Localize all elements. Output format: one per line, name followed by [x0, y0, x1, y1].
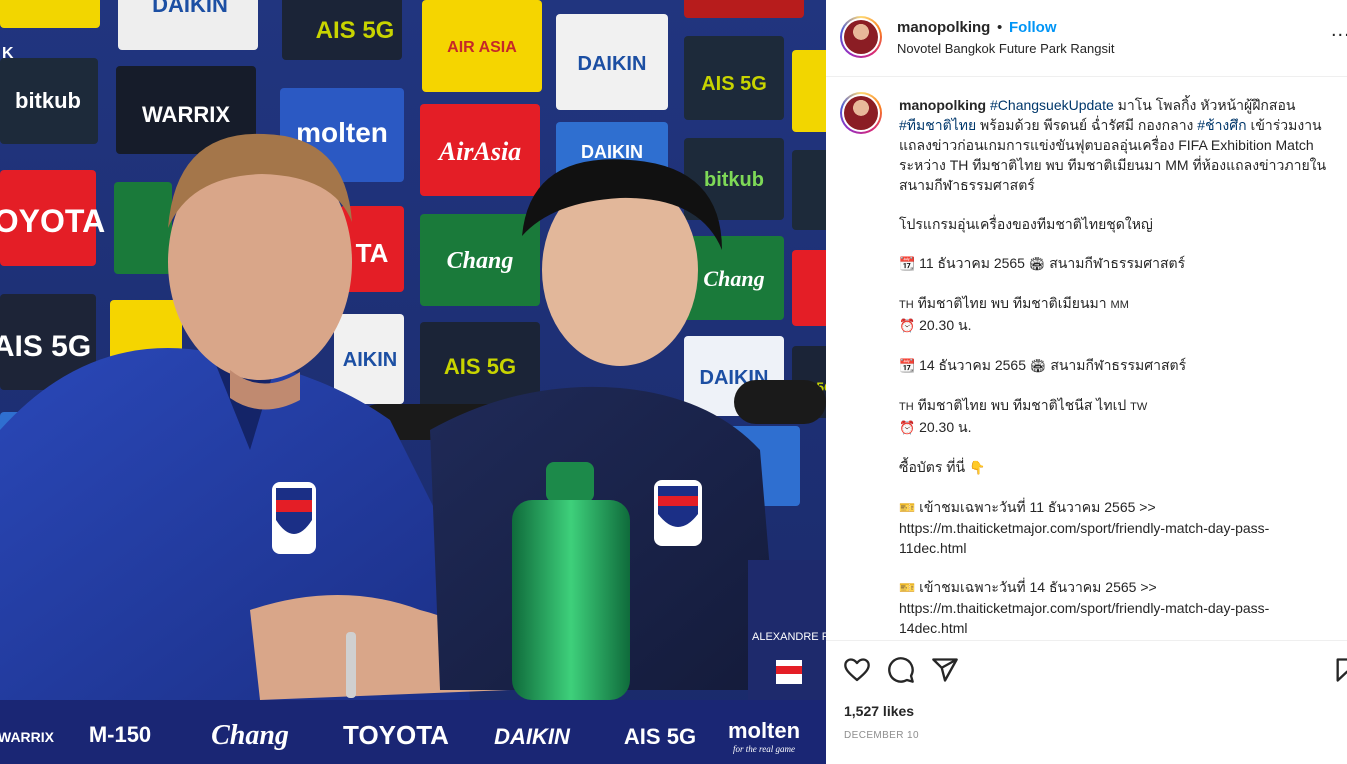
ticket-url[interactable]: https://m.thaiticketmajor.com/sport/frie… — [899, 518, 1339, 538]
caption-line: เข้าร่วมงาน — [1246, 117, 1322, 133]
caption-line: ระหว่าง TH ทีมชาติไทย พบ ทีมชาติเมียนมา … — [899, 157, 1327, 173]
sponsor-logo: Chang — [703, 266, 764, 291]
sponsor-logo: M-150 — [89, 722, 151, 747]
program-title: โปรแกรมอุ่นเครื่องของทีมชาติไทยชุดใหญ่ — [899, 216, 1153, 232]
bookmark-icon[interactable] — [1333, 656, 1347, 684]
match-venue: สนามกีฬาธรรมศาสตร์ — [1050, 357, 1187, 373]
likes-count[interactable]: 1,527 likes — [844, 703, 914, 719]
sponsor-logo: Chang — [211, 720, 289, 751]
sponsor-logo: AIKIN — [343, 349, 397, 371]
location-link[interactable]: Novotel Bangkok Future Park Rangsit — [897, 41, 1115, 56]
post-header: manopolking • Follow Novotel Bangkok Fut… — [826, 0, 1347, 77]
caption-line: สนามกีฬาธรรมศาสตร์ — [899, 177, 1035, 193]
calendar-icon: 📆 — [899, 256, 916, 271]
corner-watermark: K — [2, 45, 14, 62]
hashtag-link[interactable]: #ทีมชาติไทย — [899, 117, 976, 133]
match-date: 11 ธันวาคม 2565 — [919, 255, 1025, 271]
avatar[interactable] — [840, 16, 882, 58]
sponsor-logo: TOYOTA — [343, 720, 449, 750]
match-teams: ทีมชาติไทย พบ ทีมชาติเมียนมา — [917, 295, 1107, 311]
sponsor-logo: AIR ASIA — [447, 39, 517, 56]
ticket-icon: 🎫 — [899, 500, 916, 515]
caption-line: มาโน โพลกิ้ง หัวหน้าผู้ฝึกสอน — [1113, 97, 1296, 113]
sponsor-logo: DAIKIN — [494, 724, 571, 749]
match-teams: ทีมชาติไทย พบ ทีมชาติไชนีส ไทเป — [917, 397, 1127, 413]
ticket-url[interactable]: https://m.thaiticketmajor.com/sport/frie… — [899, 598, 1339, 618]
follow-button[interactable]: Follow — [1009, 19, 1057, 36]
sponsor-logo: bitkub — [15, 88, 81, 113]
ticket-line: เข้าชมเฉพาะวันที่ 11 ธันวาคม 2565 >> — [919, 499, 1156, 515]
sponsor-logo: TA — [356, 238, 389, 268]
ticket-icon: 🎫 — [899, 580, 916, 595]
avatar-photo — [844, 20, 878, 54]
sponsor-logo: WARRIX — [0, 729, 55, 745]
action-bar: 1,527 likes DECEMBER 10 — [826, 640, 1347, 764]
sponsor-logo: DAIKIN — [581, 142, 643, 162]
sponsor-tagline: for the real game — [733, 744, 795, 754]
nameplate: ALEXANDRE P — [748, 560, 826, 700]
ticket-line: เข้าชมเฉพาะวันที่ 14 ธันวาคม 2565 >> — [919, 579, 1157, 595]
caption-avatar[interactable] — [840, 92, 882, 134]
match-date: 14 ธันวาคม 2565 — [919, 357, 1027, 373]
post-side-panel: manopolking • Follow Novotel Bangkok Fut… — [826, 0, 1347, 764]
hashtag-link[interactable]: #ช้างศึก — [1197, 117, 1246, 133]
share-icon[interactable] — [931, 656, 959, 684]
comment-icon[interactable] — [887, 656, 915, 684]
sponsor-logo: WARRIX — [142, 102, 230, 127]
caption-scroll-area[interactable]: manopolking #ChangsuekUpdate มาโน โพลกิ้… — [826, 78, 1347, 639]
calendar-icon: 📆 — [899, 358, 916, 373]
caption-line: แถลงข่าวก่อนเกมการแข่งขันฟุตบอลอุ่นเครื่… — [899, 137, 1314, 153]
avatar-photo — [844, 96, 878, 130]
username-link[interactable]: manopolking — [897, 19, 990, 36]
instagram-post-window: DAIKIN AIS 5G AIR ASIA DAIKIN AIS 5G bit… — [0, 0, 1347, 764]
sponsor-logo: AIS 5G — [0, 330, 91, 363]
flag-label: TH — [899, 299, 914, 311]
caption-username[interactable]: manopolking — [899, 97, 986, 113]
sponsor-logo: AIS 5G — [624, 724, 696, 749]
flag-label: TH — [899, 401, 914, 413]
bottom-sponsor-bar: WARRIX M-150 Chang TOYOTA DAIKIN AIS 5G … — [0, 700, 826, 764]
match-time: 20.30 น. — [919, 317, 972, 333]
sponsor-logo: TOYOTA — [0, 203, 105, 239]
more-options-button[interactable]: ... — [1331, 20, 1347, 40]
sponsor-logo: AIS 5G — [701, 73, 767, 95]
match-time: 20.30 น. — [919, 419, 972, 435]
sponsor-logo: AIS 5G — [316, 17, 395, 44]
separator-dot: • — [997, 19, 1003, 36]
sponsor-logo: bitkub — [704, 169, 764, 191]
alarm-clock-icon: ⏰ — [899, 318, 916, 333]
ticket-url[interactable]: 11dec.html — [899, 538, 1339, 558]
sponsor-logo: Chang — [447, 248, 514, 274]
point-down-icon: 👇 — [969, 460, 986, 475]
sponsor-logo: molten — [296, 117, 388, 148]
ticket-url[interactable]: 14dec.html — [899, 618, 1339, 638]
sponsor-logo: molten — [728, 718, 800, 743]
sponsor-logo: AirAsia — [437, 137, 521, 166]
match-venue: สนามกีฬาธรรมศาสตร์ — [1049, 255, 1186, 271]
sponsor-logo: DAIKIN — [578, 53, 647, 75]
caption-text: manopolking #ChangsuekUpdate มาโน โพลกิ้… — [899, 95, 1339, 638]
stadium-icon: 🏟 — [1029, 358, 1047, 373]
tickets-line: ซื้อบัตร ที่นี่ — [899, 459, 966, 475]
sponsor-logo: DAIKIN — [152, 0, 228, 17]
sponsor-logo: AIS 5G — [444, 354, 516, 379]
post-photo[interactable]: DAIKIN AIS 5G AIR ASIA DAIKIN AIS 5G bit… — [0, 0, 826, 764]
hashtag-link[interactable]: #ChangsuekUpdate — [990, 97, 1114, 113]
heart-icon[interactable] — [843, 656, 871, 684]
post-date: DECEMBER 10 — [844, 730, 919, 741]
flag-label: MM — [1110, 299, 1129, 311]
press-conference-photo: DAIKIN AIS 5G AIR ASIA DAIKIN AIS 5G bit… — [0, 0, 826, 764]
caption-line: พร้อมด้วย พีรดนย์ ฉ่ำรัศมี กองกลาง — [976, 117, 1198, 133]
alarm-clock-icon: ⏰ — [899, 420, 916, 435]
flag-label: TW — [1130, 401, 1148, 413]
stadium-icon: 🏟 — [1028, 256, 1046, 271]
nameplate-text: ALEXANDRE P — [752, 631, 826, 643]
